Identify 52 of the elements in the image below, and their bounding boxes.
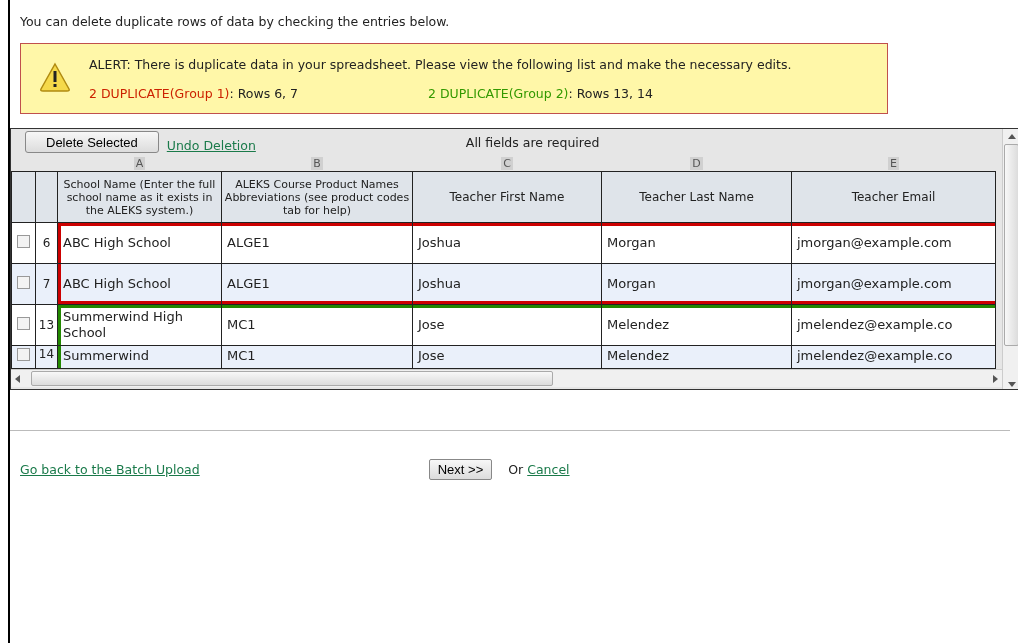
table-cell: jmelendez@example.co [795,348,953,364]
column-letter: C [501,156,513,170]
duplicate-group-text: 2 DUPLICATE(Group 2): Rows 13, 14 [428,86,653,101]
cancel-link[interactable]: Cancel [527,462,570,477]
table-cell-text: ABC High School [62,235,171,251]
next-button[interactable]: Next >> [428,459,493,480]
table-cell-text: Melendez [606,348,670,364]
table-cell-text: Morgan [606,235,656,251]
column-header: Teacher Email [791,171,996,223]
table-cell: Jose [416,348,445,364]
column-header: ALEKS Course Product Names Abbreviations (see product codes tab for help) [221,171,413,223]
scroll-down-icon[interactable] [1007,381,1016,387]
table-cell: Joshua [416,276,461,292]
column-header: Teacher Last Name [601,171,792,223]
table-cell: jmorgan@example.com [795,276,952,292]
table-cell-text: ALGE1 [226,276,270,292]
delete-selected-button[interactable]: Delete Selected [25,131,159,153]
scroll-left-icon[interactable] [15,374,21,383]
scroll-right-icon[interactable] [992,374,998,383]
or-text: Or [508,462,524,477]
undo-deletion-link[interactable]: Undo Deletion [166,137,256,153]
table-cell-text: Morgan [606,276,656,292]
table-cell: Jose [416,317,445,333]
table-cell: jmelendez@example.co [795,317,953,333]
table-cell-text: MC1 [226,317,256,333]
intro-text: You can delete duplicate rows of data by checking the entries below. [20,14,451,29]
table-cell-text: MC1 [226,348,256,364]
vertical-scrollbar[interactable] [1002,129,1018,389]
column-letter: B [311,156,323,170]
scroll-up-icon[interactable] [1007,134,1016,140]
alert-message: ALERT: There is duplicate data in your spreadsheet. Please view the following list and make the necessary edits. [89,56,792,74]
table-cell: Joshua [416,235,461,251]
horizontal-scrollbar[interactable] [11,369,1002,387]
back-link[interactable]: Go back to the Batch Upload [20,462,200,477]
duplicate-group-text: 2 DUPLICATE(Group 1): Rows 6, 7 [89,86,298,101]
table-cell-text: Melendez [606,317,670,333]
table-cell-text: ALGE1 [226,235,270,251]
row-checkbox[interactable] [17,275,30,289]
row-checkbox[interactable] [17,234,30,248]
column-header: Teacher First Name [412,171,602,223]
column-letter: D [690,156,703,170]
row-checkbox[interactable] [17,348,30,361]
table-cell: jmorgan@example.com [795,235,952,251]
warning-icon [39,62,71,92]
required-note: All fields are required [465,134,600,150]
column-letter: E [888,156,899,170]
table-cell-text: ABC High School [62,276,171,292]
column-header: School Name (Enter the full school name as it exists in the ALEKS system.) [57,171,222,223]
table-cell-text: Summerwind High School [62,309,184,341]
column-letter: A [133,156,146,170]
table-cell-text: Summerwind [62,348,149,364]
row-checkbox[interactable] [17,316,30,330]
